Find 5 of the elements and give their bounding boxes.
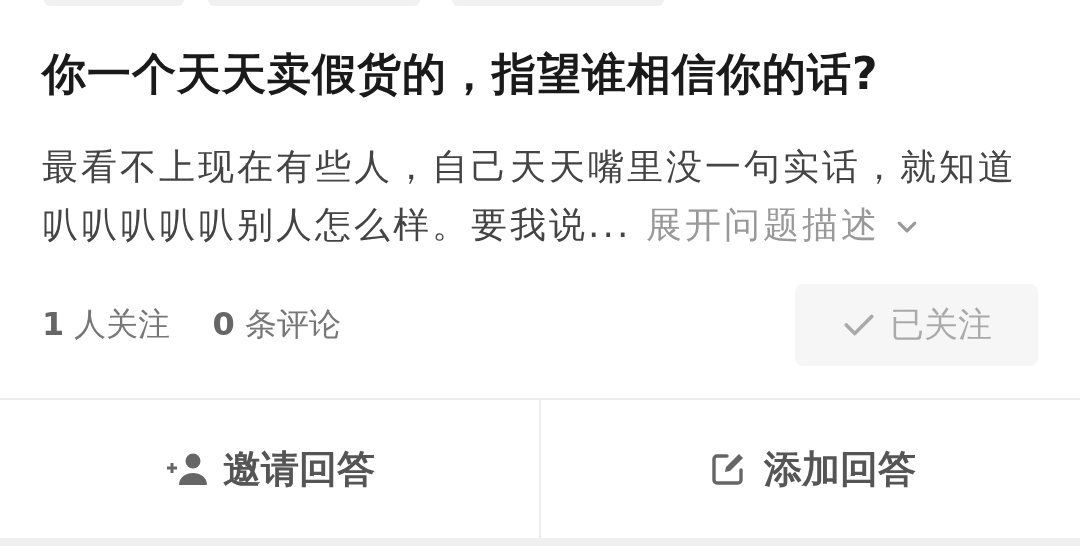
question-title: 你一个天天卖假货的，指望谁相信你的话? bbox=[42, 47, 880, 101]
stat-text[interactable]: 0 条评论 bbox=[212, 303, 341, 347]
stat-text[interactable]: 1 人关注 bbox=[42, 303, 171, 347]
question-description: 最看不上现在有些人，自己天天嘴里没一句实话，就知道叭叭叭叭叭别人怎么样。要我说... 展开问题描述 bbox=[42, 145, 1018, 247]
add-person-icon bbox=[164, 451, 209, 487]
